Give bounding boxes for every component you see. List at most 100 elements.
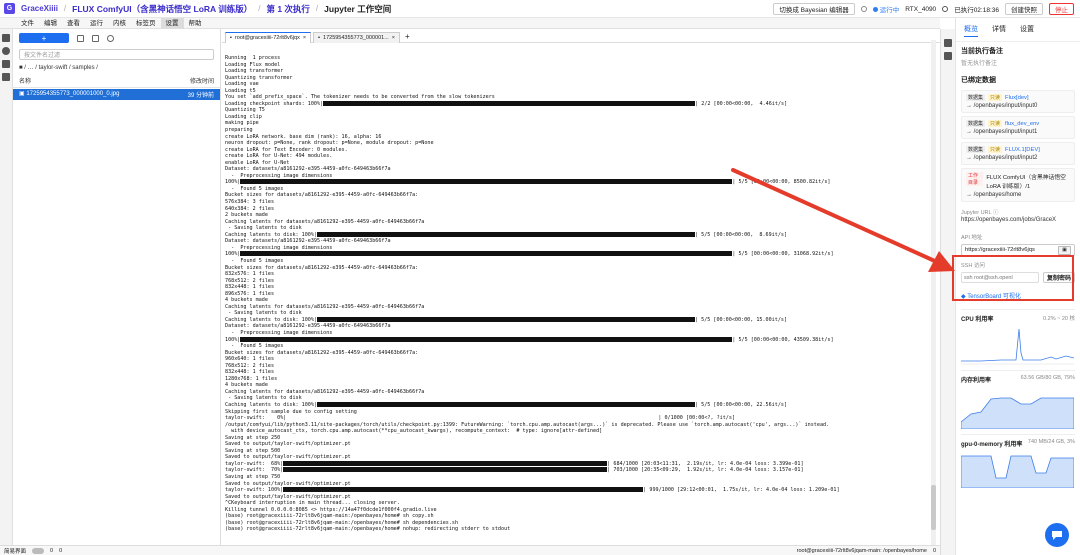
workdir-name[interactable]: FLUX ComfyUI（含黑神话悟空 LoRA 训练版）/1 [986,172,1070,190]
column-name[interactable]: 名称 [19,76,31,85]
metric-name: 内存利用率 [961,378,992,384]
menu-run[interactable]: 运行 [85,18,108,29]
column-modified[interactable]: 修改时间 [190,76,214,85]
tab-details[interactable]: 详情 [992,24,1006,37]
file-name: ▣ 1725954355773_000001000_0.jpg [19,91,120,97]
dataset-card[interactable]: 数据集 只读 FLUX.1[DEV] → /openbayes/input/inpu… [961,142,1075,165]
tab-terminal[interactable]: ▪ root@gracexiiii-72rlt8v6jqx × [225,32,312,43]
toggle-icon[interactable] [860,6,867,12]
terminal-line: 100%| | 5/5 [00:00<00:00, 43509.38it/s] [225,336,834,343]
top-bar: G GraceXiiii / FLUX ComfyUI（含黑神话悟空 LoRA … [0,0,1080,18]
menu-settings[interactable]: 设置 [160,17,184,29]
gpu-label: RTX_4090 [905,5,937,13]
file-modified: 39 分钟前 [187,93,214,99]
new-launcher-button[interactable]: + [19,33,69,43]
dataset-card[interactable]: 数据集 只读 flux_dev_env → /openbayes/input/inp… [961,116,1075,139]
chat-support-icon[interactable] [1045,523,1069,547]
progress-bar [240,179,733,185]
note-title: 当前执行备注 [961,48,1003,55]
terminal-output[interactable]: Running 1 process Loading Flux model Loadi… [225,55,935,541]
dataset-card[interactable]: 数据集 只读 Flux[dev] → /openbayes/input/input0 [961,90,1075,113]
info-tabs: 概览 详情 设置 [956,18,1080,42]
tab-image[interactable]: ▪ 1725954355773_000001... × [313,32,400,43]
dataset-name[interactable]: FLUX.1[DEV] [1005,147,1040,153]
close-icon[interactable]: × [392,35,395,41]
dataset-path: → /openbayes/input/input0 [966,103,1038,109]
top-right-controls: 切换成 Bayesian 编辑器 运行中 RTX_4090 已执行02:18:3… [773,3,1074,15]
progress-bar [240,251,733,257]
breadcrumb-workspace: Jupyter 工作空间 [324,3,392,14]
progress-bar [317,231,696,237]
menu-tabs[interactable]: 标签页 [131,18,161,29]
bound-data-title: 已绑定数据 [961,77,996,84]
metric-name: gpu-0-memory 利用率 [961,442,1023,448]
menu-view[interactable]: 查看 [62,18,85,29]
progress-bar [240,336,733,342]
dataset-path: → /openbayes/input/input2 [966,155,1038,161]
progress-bar [283,467,608,473]
progress-bar [283,487,644,493]
dataset-name[interactable]: flux_dev_env [1005,121,1039,127]
metric-value: 740 MB/24 GB, 3% [1027,439,1075,445]
file-path-breadcrumb[interactable]: ■ / … / taylor-swift / samples / [13,62,220,74]
new-folder-icon[interactable] [77,34,84,42]
api-url-label: API 地址 [961,235,983,241]
readonly-badge: 只读 [988,120,1003,127]
workdir-path: → /openbayes/home [966,192,1022,198]
extensions-icon[interactable] [2,73,10,81]
jupyter-url-label: Jupyter URL ⓘ [961,210,999,216]
memory-metric: 内存利用率 63.56 GB/80 GB, 79% [960,370,1075,431]
cpu-chart [961,328,1075,365]
jupyter-url[interactable]: https://openbayes.com/jobs/GraceX [956,217,1080,223]
commands-icon[interactable] [2,60,10,68]
property-inspector-icon[interactable] [944,39,952,47]
breadcrumb-project[interactable]: FLUX ComfyUI（含黑神话悟空 LoRA 训练版） [72,3,252,15]
tab-settings[interactable]: 设置 [1020,24,1034,37]
stop-button[interactable]: 停止 [1049,3,1074,15]
bayesian-editor-button[interactable]: 切换成 Bayesian 编辑器 [773,3,855,15]
scrollbar-thumb[interactable] [931,485,936,530]
breadcrumb-run[interactable]: 第 1 次执行 [266,3,309,15]
terminal-scrollbar[interactable] [931,40,936,545]
copy-icon[interactable]: ▣ [1058,245,1071,255]
dataset-type: 数据集 [966,146,986,153]
activity-bar [0,29,13,545]
gpu-memory-metric: gpu-0-memory 利用率 740 MB/24 GB, 3% [960,434,1075,490]
menu-file[interactable]: 文件 [16,18,39,29]
running-icon[interactable] [2,47,10,55]
breadcrumb-separator: / [63,4,67,13]
dataset-path: → /openbayes/input/input1 [966,129,1038,135]
tab-overview[interactable]: 概览 [964,24,978,37]
metric-value: 63.56 GB/80 GB, 79% [1020,375,1075,381]
status-dot-icon [872,7,878,12]
debugger-icon[interactable] [944,52,952,60]
image-icon: ▪ [318,35,321,41]
status-badge: 运行中 [872,4,899,14]
tab-bar: ▪ root@gracexiiii-72rlt8v6jqx × ▪ 172595… [222,32,940,43]
dataset-type: 数据集 [966,120,986,127]
terminal-path: root@gracexiiii-72rlt8v6jqam-main: /open… [796,547,927,554]
add-tab-icon[interactable]: + [402,32,413,42]
progress-bar [317,316,696,322]
brand-name[interactable]: GraceXiiii [21,4,58,13]
create-snapshot-button[interactable]: 创建快照 [1005,3,1043,15]
simple-mode-toggle[interactable] [32,547,45,554]
file-toolbar: + [13,29,220,47]
refresh-icon[interactable] [107,34,114,42]
readonly-badge: 只读 [988,146,1003,153]
upload-icon[interactable] [92,34,99,42]
readonly-badge: 只读 [988,94,1003,101]
folder-icon[interactable] [2,34,10,42]
gpu-memory-chart [960,455,1075,489]
workdir-card[interactable]: 工作目录 FLUX ComfyUI（含黑神话悟空 LoRA 训练版）/1 → /o… [961,168,1075,202]
api-url[interactable]: https://gracexiiii-72rlt8v6jqs [965,247,1035,253]
file-row[interactable]: ▣ 1725954355773_000001000_0.jpg 39 分钟前 [13,89,220,100]
menu-kernel[interactable]: 内核 [108,18,131,29]
menu-help[interactable]: 帮助 [184,18,207,29]
dataset-name[interactable]: Flux[dev] [1005,95,1029,101]
terminal-line: (base) root@gracexiiii-72rlt8v6jqam-main… [225,526,511,533]
close-icon[interactable]: × [303,35,306,41]
menu-edit[interactable]: 编辑 [39,18,62,29]
note-text: 暂无执行备注 [961,61,998,67]
file-filter-input[interactable]: 按文件名过滤 [19,49,214,60]
